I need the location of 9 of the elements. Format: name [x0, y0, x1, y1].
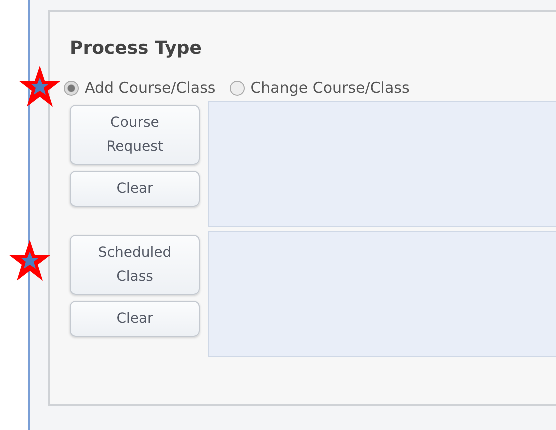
clear-button[interactable]: Clear	[70, 301, 200, 337]
radio-label[interactable]: Change Course/Class	[250, 79, 410, 97]
select-button[interactable]: Scheduled Class	[70, 235, 200, 295]
select-button[interactable]: Course Request	[70, 105, 200, 165]
clear-button[interactable]: Clear	[70, 171, 200, 207]
radio-button[interactable]	[64, 80, 79, 96]
section-title: Process Type	[70, 38, 203, 59]
radio-button[interactable]	[230, 80, 245, 96]
radio-label[interactable]: Add Course/Class	[85, 79, 216, 97]
